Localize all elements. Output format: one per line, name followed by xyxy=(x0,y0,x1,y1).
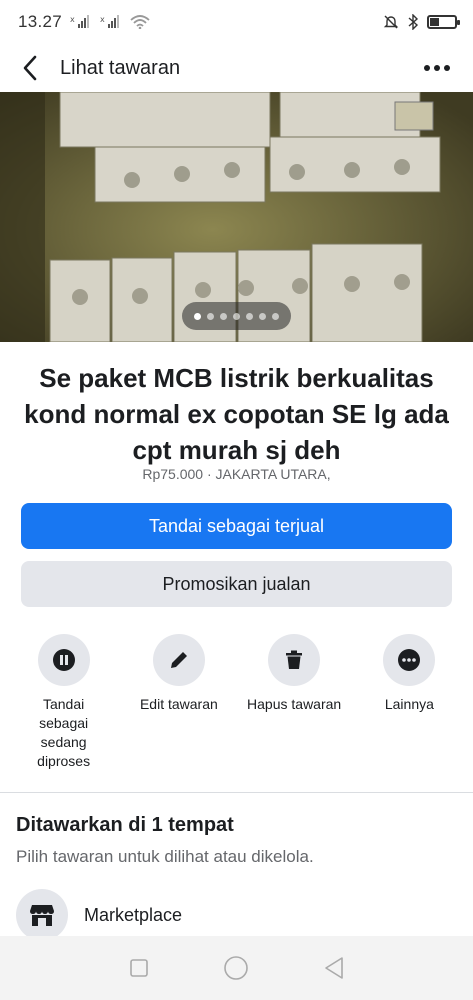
triangle-back-icon xyxy=(325,957,343,979)
delete-listing-label: Hapus tawaran xyxy=(247,696,342,712)
marketplace-store-icon xyxy=(30,905,54,926)
square-icon xyxy=(130,959,148,977)
mute-icon xyxy=(383,15,399,29)
marketplace-row[interactable]: Marketplace xyxy=(16,889,457,941)
wifi-icon xyxy=(130,15,150,29)
place-icon-circle xyxy=(16,889,68,941)
signal-icon-2: x xyxy=(100,15,120,28)
svg-text:x: x xyxy=(100,15,105,24)
more-actions-label: Lainnya xyxy=(384,696,434,712)
trash-icon xyxy=(286,650,303,669)
section-divider xyxy=(0,792,473,793)
listing-price-location: Rp75.000 · JAKARTA UTARA, xyxy=(142,466,331,482)
system-nav-bar xyxy=(0,936,473,1000)
home-button[interactable] xyxy=(221,953,251,983)
pencil-icon xyxy=(170,652,187,668)
page-title: Lihat tawaran xyxy=(60,56,181,79)
edit-listing-action[interactable]: Edit tawaran xyxy=(125,634,233,771)
bluetooth-icon xyxy=(408,14,419,30)
more-icon xyxy=(398,649,421,671)
status-bar-right xyxy=(383,14,460,30)
back-button[interactable] xyxy=(0,44,60,92)
mark-as-sold-button[interactable]: Tandai sebagai terjual xyxy=(21,503,452,549)
pager-dot[interactable] xyxy=(207,312,214,320)
clock: 13.27 xyxy=(18,12,63,31)
pager-dot[interactable] xyxy=(259,312,266,320)
more-dot xyxy=(444,65,450,71)
action-icon-circle xyxy=(152,634,205,686)
more-actions[interactable]: Lainnya xyxy=(355,634,463,771)
action-icon-circle xyxy=(37,634,90,686)
signal-icon: x xyxy=(70,15,90,28)
circle-icon xyxy=(224,956,249,980)
mark-pending-label: Tandai sebagai sedang diproses xyxy=(37,696,91,769)
svg-text:x: x xyxy=(70,15,75,24)
edit-listing-label: Edit tawaran xyxy=(139,696,218,712)
photo-pager[interactable] xyxy=(182,302,291,330)
action-row: Tandai sebagai sedang diproses Edit tawa… xyxy=(0,634,473,771)
pause-icon xyxy=(52,649,75,671)
pager-dot[interactable] xyxy=(272,312,279,320)
promote-listing-button[interactable]: Promosikan jualan xyxy=(21,561,452,607)
offered-in-heading: Ditawarkan di 1 tempat xyxy=(16,814,234,836)
pager-dot[interactable] xyxy=(233,312,240,320)
back-arrow-icon xyxy=(23,55,37,81)
status-bar: 13.27 x x xyxy=(0,0,473,44)
marketplace-label: Marketplace xyxy=(84,904,183,925)
pager-dot[interactable] xyxy=(194,312,201,320)
action-icon-circle xyxy=(268,634,321,686)
more-dot xyxy=(434,65,440,71)
recents-button[interactable] xyxy=(124,953,154,983)
mark-pending-action[interactable]: Tandai sebagai sedang diproses xyxy=(10,634,118,771)
listing-title: Se paket MCB listrik berkualitas kond no… xyxy=(24,363,449,465)
battery-icon xyxy=(427,15,460,29)
more-options-button[interactable] xyxy=(417,54,457,82)
status-bar-left: 13.27 x x xyxy=(18,12,150,32)
offered-in-subtitle: Pilih tawaran untuk dilihat atau dikelol… xyxy=(16,847,314,866)
more-horizontal-icon xyxy=(424,65,430,71)
pager-dot[interactable] xyxy=(220,312,227,320)
delete-listing-action[interactable]: Hapus tawaran xyxy=(240,634,348,771)
action-icon-circle xyxy=(383,634,436,686)
back-nav-button[interactable] xyxy=(319,953,349,983)
pager-dot[interactable] xyxy=(246,312,253,320)
top-app-bar: Lihat tawaran xyxy=(0,44,473,92)
